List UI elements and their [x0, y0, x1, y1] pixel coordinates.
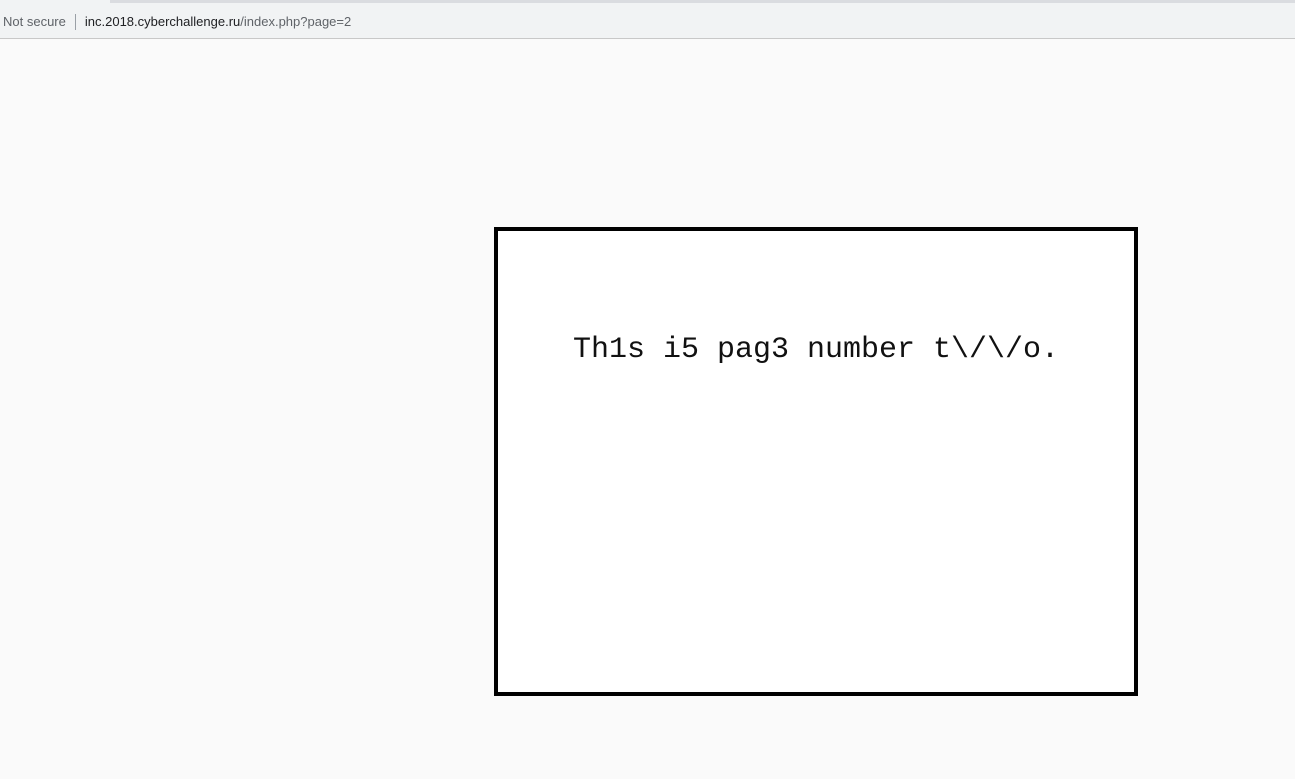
- page-viewport: Th1s i5 pag3 number t\/\/o.: [0, 39, 1295, 779]
- content-box: Th1s i5 pag3 number t\/\/o.: [494, 227, 1138, 696]
- security-indicator[interactable]: Not secure: [0, 14, 66, 29]
- url-path[interactable]: /index.php?page=2: [240, 14, 351, 29]
- divider: [74, 13, 76, 30]
- active-tab-edge[interactable]: [110, 0, 1295, 3]
- page-message: Th1s i5 pag3 number t\/\/o.: [572, 333, 1060, 367]
- url-host[interactable]: inc.2018.cyberchallenge.ru: [85, 14, 240, 29]
- address-bar[interactable]: Not secure inc.2018.cyberchallenge.ru /i…: [0, 5, 1295, 39]
